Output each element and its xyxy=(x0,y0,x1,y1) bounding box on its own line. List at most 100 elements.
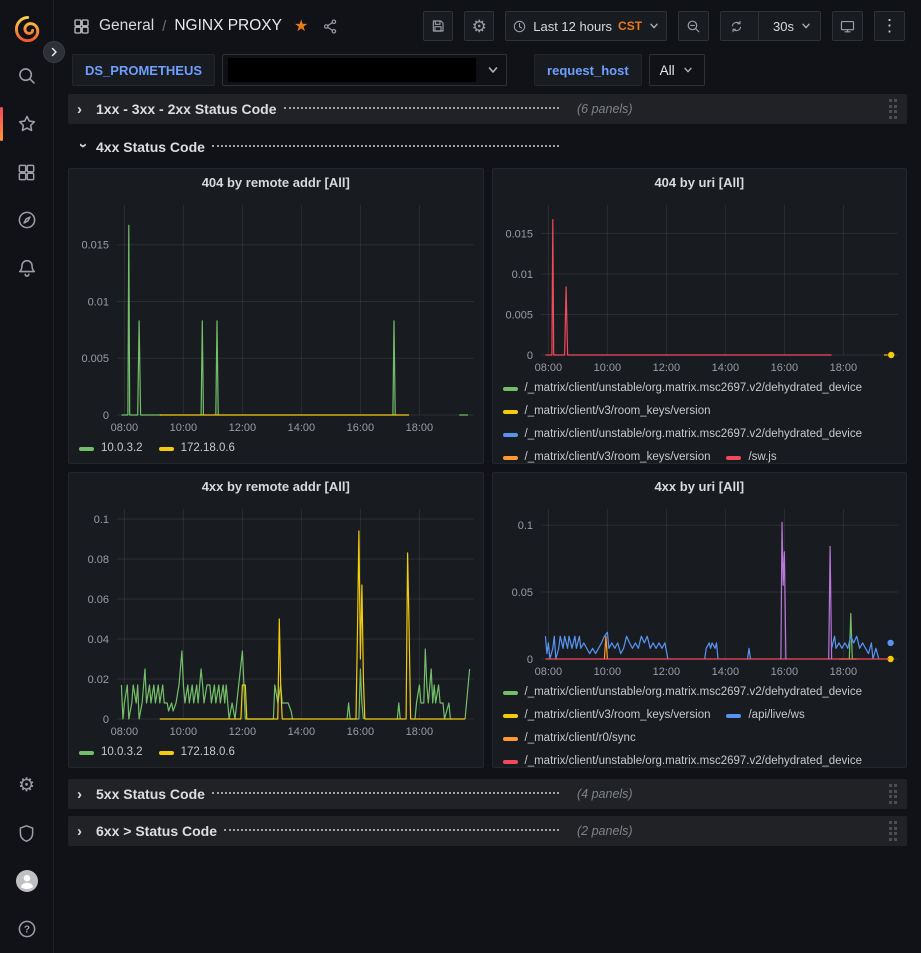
gear-icon: ⚙ xyxy=(472,18,487,35)
sidebar-item-help[interactable]: ? xyxy=(0,905,54,953)
legend-label: 172.18.0.6 xyxy=(181,437,235,460)
legend-item[interactable]: /_matrix/client/v3/room_keys/version xyxy=(503,446,711,464)
shield-icon xyxy=(16,823,37,844)
svg-text:0.015: 0.015 xyxy=(505,228,533,240)
more-options-button[interactable]: ⋮ xyxy=(874,11,905,41)
tv-mode-button[interactable] xyxy=(832,11,863,41)
legend-item[interactable]: 10.0.3.2 xyxy=(79,437,143,460)
row-title: 4xx Status Code xyxy=(96,139,205,155)
legend-item[interactable]: /api/live/ws xyxy=(726,704,804,727)
row-drag-handle[interactable] xyxy=(889,821,898,841)
row-header-6xx[interactable]: › 6xx > Status Code (2 panels) xyxy=(68,816,907,846)
row-panel-count: (4 panels) xyxy=(577,787,633,801)
legend-item[interactable]: 172.18.0.6 xyxy=(159,741,235,764)
time-range-picker[interactable]: Last 12 hours CST xyxy=(505,11,667,41)
sidebar-item-starred[interactable] xyxy=(0,100,54,148)
variable-select-ds-prometheus[interactable] xyxy=(222,54,507,86)
button-divider xyxy=(758,12,759,40)
legend-item[interactable]: /_matrix/client/v3/room_keys/version xyxy=(503,400,711,423)
legend-swatch xyxy=(503,760,518,764)
legend-item[interactable]: /_matrix/client/unstable/org.matrix.msc2… xyxy=(503,423,863,446)
row-drag-handle[interactable] xyxy=(889,784,898,804)
panel-title[interactable]: 4xx by uri [All] xyxy=(493,473,907,501)
row-title: 6xx > Status Code xyxy=(96,823,217,839)
chevron-down-icon xyxy=(800,20,812,32)
row-header-1xx-3xx-2xx[interactable]: › 1xx - 3xx - 2xx Status Code (6 panels) xyxy=(68,94,907,124)
chevron-down-icon xyxy=(648,20,660,32)
row-header-4xx[interactable]: › 4xx Status Code xyxy=(68,132,907,162)
panel-legend: 10.0.3.2 172.18.0.6 xyxy=(69,437,483,460)
legend-item[interactable]: 10.0.3.2 xyxy=(79,741,143,764)
variables-row: DS_PROMETHEUS request_host All xyxy=(54,52,921,88)
sidebar-item-configuration[interactable]: ⚙ xyxy=(0,761,54,809)
bell-icon xyxy=(16,257,38,279)
legend-label: /sw.js xyxy=(748,446,776,464)
chevron-right-icon xyxy=(48,46,60,58)
row-header-5xx[interactable]: › 5xx Status Code (4 panels) xyxy=(68,779,907,809)
row-dotted-leader xyxy=(212,792,559,794)
row-title: 5xx Status Code xyxy=(96,786,205,802)
panel-title[interactable]: 404 by remote addr [All] xyxy=(69,169,483,197)
variable-label-request-host[interactable]: request_host xyxy=(534,54,642,86)
zoom-out-button[interactable] xyxy=(678,11,709,41)
svg-text:0.04: 0.04 xyxy=(88,634,109,646)
legend-label: 172.18.0.6 xyxy=(181,741,235,764)
chart-plot[interactable]: 00.020.040.060.080.108:0010:0012:0014:00… xyxy=(69,501,483,741)
svg-text:14:00: 14:00 xyxy=(288,726,316,738)
sidebar-item-explore[interactable] xyxy=(0,196,54,244)
legend-item[interactable]: /_matrix/client/unstable/org.matrix.msc2… xyxy=(503,750,863,768)
page-title[interactable]: NGINX PROXY xyxy=(174,17,282,35)
chart-plot[interactable]: 00.050.108:0010:0012:0014:0016:0018:00 xyxy=(493,501,907,681)
share-icon[interactable] xyxy=(322,18,339,35)
panel-title[interactable]: 404 by uri [All] xyxy=(493,169,907,197)
variable-label-ds-prometheus[interactable]: DS_PROMETHEUS xyxy=(72,54,215,86)
chart-svg: 00.050.108:0010:0012:0014:0016:0018:00 xyxy=(493,501,907,681)
panel-title[interactable]: 4xx by remote addr [All] xyxy=(69,473,483,501)
dashboard-settings-button[interactable]: ⚙ xyxy=(464,11,494,41)
breadcrumb-separator: / xyxy=(162,18,166,35)
legend-item[interactable]: /_matrix/client/r0/sync xyxy=(503,727,636,750)
panel-4xx-by-remote-addr: 4xx by remote addr [All] 00.020.040.060.… xyxy=(68,472,484,768)
chart-plot[interactable]: 00.0050.010.01508:0010:0012:0014:0016:00… xyxy=(69,197,483,437)
chart-svg: 00.0050.010.01508:0010:0012:0014:0016:00… xyxy=(493,197,907,377)
favorite-star-icon[interactable]: ★ xyxy=(294,16,308,36)
svg-text:0: 0 xyxy=(526,350,532,362)
legend-item[interactable]: /sw.js xyxy=(726,446,776,464)
legend-swatch xyxy=(503,433,518,437)
save-icon xyxy=(430,18,446,34)
dashboard-body: › 1xx - 3xx - 2xx Status Code (6 panels)… xyxy=(54,88,921,846)
legend-swatch xyxy=(159,751,174,755)
svg-text:14:00: 14:00 xyxy=(711,362,739,374)
sidebar-item-alerting[interactable] xyxy=(0,244,54,292)
legend-item[interactable]: /_matrix/client/unstable/org.matrix.msc2… xyxy=(503,681,863,704)
refresh-icon xyxy=(729,19,744,34)
svg-text:0.05: 0.05 xyxy=(511,587,532,599)
refresh-button[interactable] xyxy=(721,12,752,40)
compass-icon xyxy=(16,209,38,231)
legend-swatch xyxy=(503,737,518,741)
breadcrumb-section[interactable]: General xyxy=(99,17,154,35)
legend-swatch xyxy=(503,456,518,460)
legend-item[interactable]: /_matrix/client/v3/room_keys/version xyxy=(503,704,711,727)
legend-item[interactable]: 172.18.0.6 xyxy=(159,437,235,460)
sidebar-item-server-admin[interactable] xyxy=(0,809,54,857)
chart-plot[interactable]: 00.0050.010.01508:0010:0012:0014:0016:00… xyxy=(493,197,907,377)
row-left: › 4xx Status Code xyxy=(77,139,559,156)
sidebar-item-dashboards[interactable] xyxy=(0,148,54,196)
refresh-interval-dropdown[interactable]: 30s xyxy=(765,12,820,40)
legend-label: /_matrix/client/unstable/org.matrix.msc2… xyxy=(525,750,863,768)
legend-item[interactable]: /_matrix/client/unstable/org.matrix.msc2… xyxy=(503,377,863,400)
svg-text:0.01: 0.01 xyxy=(511,269,532,281)
row-left: › 5xx Status Code xyxy=(77,786,559,803)
variable-select-request-host[interactable]: All xyxy=(649,54,705,86)
refresh-picker: 30s xyxy=(720,11,821,41)
search-icon xyxy=(16,65,38,87)
variable-value: All xyxy=(660,63,675,78)
clock-icon xyxy=(512,19,527,34)
save-dashboard-button[interactable] xyxy=(423,11,453,41)
sidebar-expand-button[interactable] xyxy=(43,41,65,63)
svg-text:0.005: 0.005 xyxy=(505,309,533,321)
redacted-value xyxy=(228,58,476,82)
sidebar-item-profile[interactable] xyxy=(0,857,54,905)
row-drag-handle[interactable] xyxy=(889,99,898,119)
